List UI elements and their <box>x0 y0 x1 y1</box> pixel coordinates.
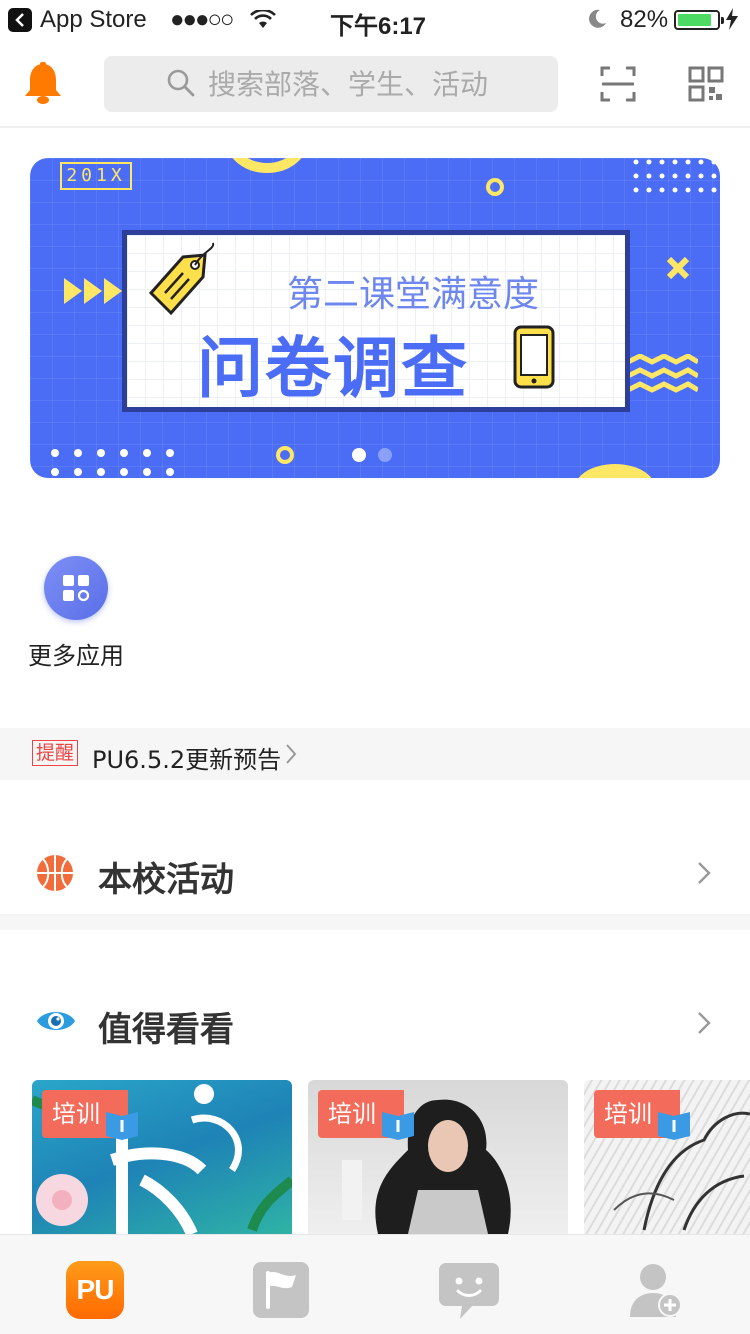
more-apps-button[interactable]: 更多应用 <box>26 556 126 671</box>
recommended-cards: 培训 培训 培训 <box>32 1080 750 1234</box>
book-icon <box>382 1112 414 1140</box>
qr-code-icon[interactable] <box>688 66 724 102</box>
carrier-label[interactable]: App Store <box>40 6 147 34</box>
section-worth-watching[interactable]: 值得看看 <box>0 980 750 1064</box>
decor-arc <box>232 158 302 173</box>
notice-tag: 提醒 <box>32 740 79 766</box>
chevron-right-icon <box>698 862 711 884</box>
price-tag-icon <box>148 242 215 316</box>
book-icon <box>106 1112 138 1140</box>
wifi-icon <box>250 10 276 28</box>
scan-icon[interactable] <box>600 66 636 102</box>
section-school-activities[interactable]: 本校活动 <box>0 830 750 914</box>
recommended-card[interactable]: 培训 <box>584 1080 750 1234</box>
signal-strength: ●●●○○ <box>170 6 235 33</box>
bottom-tab-bar: PU <box>0 1234 750 1334</box>
decor-arrows <box>64 278 122 304</box>
charging-bolt-icon <box>726 8 738 30</box>
chevron-right-icon <box>286 744 297 764</box>
book-icon <box>658 1112 690 1140</box>
grid-apps-icon <box>44 556 108 620</box>
status-bar: App Store ●●●○○ 下午6:17 82% <box>0 0 750 40</box>
carousel-indicator <box>352 448 404 467</box>
clock: 下午6:17 <box>330 13 427 40</box>
search-input[interactable] <box>208 64 528 104</box>
section-divider <box>0 914 750 930</box>
carousel-dot-2[interactable] <box>378 448 392 462</box>
flag-icon <box>253 1262 309 1318</box>
decor-ring-2 <box>276 446 294 464</box>
phone-icon <box>513 325 555 389</box>
battery-icon <box>674 10 724 30</box>
carousel-dot-1[interactable] <box>352 448 366 462</box>
decor-wave <box>628 354 698 393</box>
notice-bar[interactable]: 提醒 PU6.5.2更新预告 <box>0 728 750 780</box>
recommended-card[interactable]: 培训 <box>308 1080 568 1234</box>
banner-carousel[interactable]: 201X 第二课堂满意度 问卷调查 <box>30 158 720 478</box>
banner-title: 问卷调查 <box>197 330 469 407</box>
bell-icon[interactable] <box>22 62 64 106</box>
decor-cross <box>666 256 690 280</box>
battery-fill <box>678 14 711 26</box>
decor-half-circle <box>578 464 652 478</box>
recommended-card[interactable]: 培训 <box>32 1080 292 1234</box>
pu-logo-icon: PU <box>66 1261 124 1319</box>
notice-text: PU6.5.2更新预告 <box>92 746 282 774</box>
back-to-app-store-icon[interactable] <box>8 8 32 32</box>
moon-icon <box>589 9 606 28</box>
tab-profile[interactable] <box>626 1261 686 1321</box>
tab-home[interactable]: PU <box>66 1261 126 1321</box>
eye-icon <box>37 1012 75 1030</box>
top-header <box>0 44 750 128</box>
decor-ring <box>486 178 504 196</box>
decor-dots-2 <box>51 449 174 476</box>
banner-card: 第二课堂满意度 问卷调查 <box>122 230 630 412</box>
search-bar[interactable] <box>104 56 558 112</box>
more-apps-label: 更多应用 <box>28 642 124 670</box>
banner-subtitle: 第二课堂满意度 <box>287 274 540 315</box>
app-screen: App Store ●●●○○ 下午6:17 82% 搜索部落、学生、活动 20… <box>0 0 750 1334</box>
chevron-right-icon <box>698 1012 711 1034</box>
section-title: 本校活动 <box>98 860 234 900</box>
chat-bubble-icon <box>439 1263 499 1319</box>
banner-year-tag: 201X <box>60 162 132 190</box>
user-add-icon <box>630 1264 682 1317</box>
battery-percent: 82% <box>620 6 669 33</box>
section-title: 值得看看 <box>98 1010 234 1050</box>
decor-dots <box>633 159 717 193</box>
basketball-icon <box>37 855 73 891</box>
search-icon <box>167 69 195 97</box>
tab-messages[interactable] <box>438 1261 499 1321</box>
tab-tribe[interactable] <box>252 1261 312 1321</box>
